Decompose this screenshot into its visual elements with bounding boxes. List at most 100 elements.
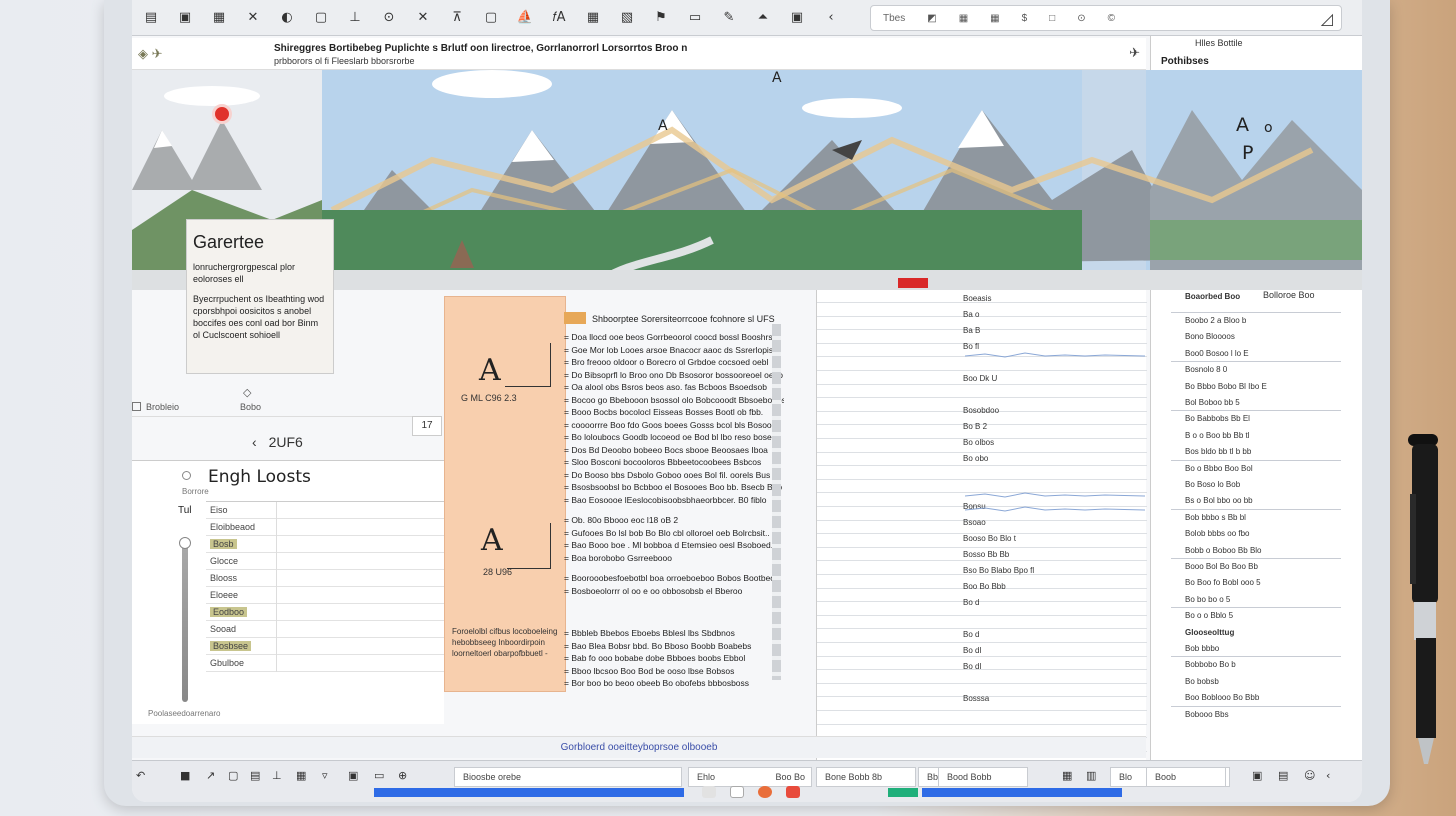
sheet-cell[interactable]: Ba o bbox=[963, 310, 979, 319]
copy-icon[interactable]: ▣ bbox=[176, 10, 194, 26]
flag-icon[interactable]: ⚑ bbox=[652, 10, 670, 26]
app-icon-c[interactable] bbox=[758, 786, 772, 798]
right-list-item[interactable]: Bs o Bol bbo oo bb bbox=[1185, 496, 1253, 505]
sheet-cell[interactable]: Boo Dk U bbox=[963, 374, 997, 383]
radio-icon[interactable] bbox=[182, 471, 191, 480]
search-tool-icon[interactable]: □ bbox=[1049, 13, 1055, 24]
right-list-item[interactable]: Bo bobsb bbox=[1185, 677, 1219, 686]
image-icon[interactable]: ▧ bbox=[618, 10, 636, 26]
table-row[interactable]: Eodboo bbox=[206, 604, 444, 621]
toggle-icon[interactable]: ◐ bbox=[278, 10, 296, 26]
table-row[interactable]: Sooad bbox=[206, 621, 444, 638]
search-tool-icon[interactable]: ⊙ bbox=[1077, 13, 1085, 24]
search-tool-icon[interactable]: ▦ bbox=[990, 13, 999, 24]
status-tool-icon[interactable]: ▣ bbox=[1252, 769, 1262, 782]
table-icon[interactable]: ▦ bbox=[296, 769, 306, 782]
search-tool-icon[interactable]: © bbox=[1108, 13, 1115, 24]
save-icon[interactable]: ▤ bbox=[142, 10, 160, 26]
sheet-cell[interactable]: Ba B bbox=[963, 326, 980, 335]
info-card[interactable]: Garertee lonruchergrorgpescal plor eolor… bbox=[186, 219, 334, 399]
table-row[interactable]: Bosbsee bbox=[206, 638, 444, 655]
pin-icon[interactable]: ✈ bbox=[1129, 45, 1140, 61]
table-row[interactable]: Eloeee bbox=[206, 587, 444, 604]
sheet-cell[interactable]: Boo Bo Bbb bbox=[963, 582, 1006, 591]
search-bar[interactable]: Tbes ◩ ▦ ▦ $ □ ⊙ © ◿ bbox=[870, 5, 1342, 31]
zoom-icon[interactable]: ⊕ bbox=[398, 769, 407, 782]
right-list-item[interactable]: Bo bo bo o 5 bbox=[1185, 595, 1230, 604]
stamp-icon[interactable]: ⊥ bbox=[346, 10, 364, 26]
diamond-icon[interactable]: ◇ bbox=[243, 386, 251, 399]
stop-icon[interactable]: ■ bbox=[180, 769, 190, 782]
status-tool-icon[interactable]: ▤ bbox=[1278, 769, 1288, 782]
right-list-item[interactable]: Bobb o Boboo Bb Blo bbox=[1185, 546, 1262, 555]
right-list-item[interactable]: Boo Boblooo Bo Bbb bbox=[1185, 693, 1259, 702]
right-list-item[interactable]: Bob bbbo bbox=[1185, 644, 1219, 653]
box-icon[interactable]: ▢ bbox=[228, 769, 238, 782]
search-tool-icon[interactable]: $ bbox=[1022, 13, 1028, 24]
table-row[interactable]: Bosb bbox=[206, 536, 444, 553]
window-icon[interactable]: ▢ bbox=[312, 10, 330, 26]
right-list-item[interactable]: Bo Boso lo Bob bbox=[1185, 480, 1240, 489]
footer-note[interactable]: Gorbloerd ooeitteyboprsoe olbooeb bbox=[132, 736, 1146, 758]
fx-icon[interactable]: 𝑓A bbox=[550, 10, 568, 26]
folder-icon[interactable]: ▭ bbox=[686, 10, 704, 26]
sheet-cell[interactable]: Boeasis bbox=[963, 294, 991, 303]
frame-icon[interactable]: ▣ bbox=[788, 10, 806, 26]
pen-icon[interactable]: ✎ bbox=[720, 10, 738, 26]
back-icon[interactable]: ‹ bbox=[822, 10, 840, 26]
table-icon[interactable]: ▦ bbox=[584, 10, 602, 26]
sheet-cell[interactable]: Bo d bbox=[963, 598, 979, 607]
table-row[interactable]: Glocce bbox=[206, 553, 444, 570]
table-row[interactable]: Gbulboe bbox=[206, 655, 444, 672]
sheet-cell[interactable]: Bsoao bbox=[963, 518, 986, 527]
status-field-7[interactable]: Boob bbox=[1146, 767, 1226, 787]
status-tool-icon[interactable]: ▥ bbox=[1086, 769, 1096, 782]
right-list-item[interactable]: Booo Bol Bo Boo Bb bbox=[1185, 562, 1258, 571]
boat-icon[interactable]: ⛵ bbox=[516, 10, 534, 26]
right-list-item[interactable]: Bo o o Bblo 5 bbox=[1185, 611, 1233, 620]
folder-icon[interactable]: ▭ bbox=[374, 769, 384, 782]
undo-icon[interactable]: ↶ bbox=[136, 769, 145, 782]
search-tool-icon[interactable]: ▦ bbox=[959, 13, 968, 24]
right-list-item[interactable]: Bo o Bbbo Boo Bol bbox=[1185, 464, 1253, 473]
filter-icon[interactable]: ▿ bbox=[322, 769, 328, 782]
sheet-cell[interactable]: Bo dl bbox=[963, 662, 981, 671]
status-field-5[interactable]: Bood Bobb bbox=[938, 767, 1028, 787]
sheet-cell[interactable]: Bosobdoo bbox=[963, 406, 999, 415]
app-icon-a[interactable] bbox=[702, 786, 716, 798]
right-list-item[interactable]: Bono Bloooos bbox=[1185, 332, 1235, 341]
status-field-1[interactable]: Bioosbe orebe bbox=[454, 767, 682, 787]
triangle-icon[interactable]: ◿ bbox=[1321, 9, 1333, 29]
status-tool-icon[interactable]: ☺ bbox=[1304, 769, 1315, 782]
right-list-item[interactable]: Bosnolo 8 0 bbox=[1185, 365, 1227, 374]
right-list-item[interactable]: Bobbobo Bo b bbox=[1185, 660, 1236, 669]
table-row[interactable]: Blooss bbox=[206, 570, 444, 587]
text-scrollbar[interactable] bbox=[772, 324, 781, 680]
table-row[interactable]: Eloibbeaod bbox=[206, 519, 444, 536]
cursor-icon[interactable]: ↗ bbox=[206, 769, 215, 782]
sheet-cell[interactable]: Bo d bbox=[963, 630, 979, 639]
right-list-item[interactable]: Boobo 2 a Bloo b bbox=[1185, 316, 1246, 325]
search-tool-icon[interactable]: ◩ bbox=[927, 13, 936, 24]
text-icon[interactable]: ▢ bbox=[482, 10, 500, 26]
image-icon[interactable]: ▣ bbox=[348, 769, 358, 782]
table-row[interactable]: Eiso bbox=[206, 502, 444, 519]
tag-icon[interactable]: ⊥ bbox=[272, 769, 282, 782]
checkbox[interactable] bbox=[132, 402, 141, 411]
right-list-item[interactable]: Boo0 Bosoo l lo E bbox=[1185, 349, 1249, 358]
slider-knob[interactable] bbox=[179, 537, 191, 549]
right-list-item[interactable]: Bolob bbbs oo fbo bbox=[1185, 529, 1250, 538]
right-list-item[interactable]: Bo Bbbo Bobo Bl Ibo E bbox=[1185, 382, 1267, 391]
scissors-icon[interactable]: ✕ bbox=[244, 10, 262, 26]
sheet-cell[interactable]: Bosso Bb Bb bbox=[963, 550, 1009, 559]
close-icon[interactable]: ✕ bbox=[414, 10, 432, 26]
sheet-cell[interactable]: Bo obo bbox=[963, 454, 988, 463]
app-icon-b[interactable] bbox=[730, 786, 744, 798]
search-doc-icon[interactable]: ⊙ bbox=[380, 10, 398, 26]
status-field-2[interactable]: Ehlo Boo Bo bbox=[688, 767, 812, 787]
status-tool-icon[interactable]: ‹ bbox=[1326, 769, 1330, 782]
right-list-item[interactable]: Bo Boo fo Bobl ooo 5 bbox=[1185, 578, 1261, 587]
location-marker-icon[interactable] bbox=[212, 104, 232, 124]
film-icon[interactable]: ▦ bbox=[210, 10, 228, 26]
right-list-item[interactable]: Bo Babbobs Bb El bbox=[1185, 414, 1250, 423]
